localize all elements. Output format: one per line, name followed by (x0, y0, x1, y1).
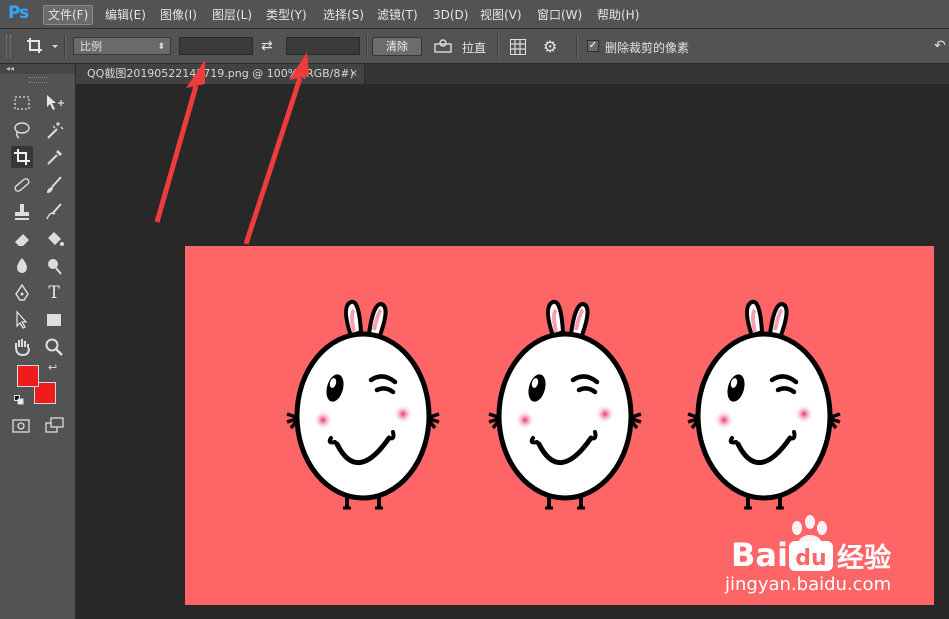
watermark-brand-right: 经验 (837, 543, 891, 574)
watermark-url: jingyan.baidu.com (725, 574, 892, 595)
options-separator (366, 34, 368, 58)
menu-window[interactable]: 窗口(W) (533, 6, 586, 24)
delete-cropped-label[interactable]: 删除裁剪的像素 (605, 39, 689, 56)
menu-3d[interactable]: 3D(D) (429, 6, 472, 24)
options-bar: 比例 ⬍ ⇄ 清除 拉直 ⚙ ✓ 删除裁剪的像素 ↶ (0, 29, 949, 64)
default-colors-icon[interactable] (14, 394, 24, 405)
gear-icon[interactable]: ⚙ (543, 37, 565, 57)
ratio-select[interactable]: 比例 ⬍ (73, 37, 171, 55)
path-selection-icon[interactable] (11, 309, 33, 331)
close-icon[interactable]: × (350, 64, 358, 84)
panel-grip[interactable] (29, 77, 47, 83)
magic-wand-icon[interactable] (43, 119, 65, 141)
tab-strip (365, 64, 949, 84)
history-brush-icon[interactable] (43, 201, 65, 223)
healing-brush-icon[interactable] (11, 174, 33, 196)
photoshop-logo: Ps (8, 3, 29, 23)
swap-colors-icon[interactable]: ↩ (48, 361, 57, 374)
menu-bar: Ps 文件(F) 编辑(E) 图像(I) 图层(L) 类型(Y) 选择(S) 滤… (0, 0, 949, 29)
screen-mode-icon[interactable] (45, 417, 65, 433)
blur-tool-icon[interactable] (11, 255, 33, 277)
eyedropper-icon[interactable] (43, 146, 65, 168)
brush-tool-icon[interactable] (43, 174, 65, 196)
bunny-character (688, 302, 840, 508)
menu-file[interactable]: 文件(F) (43, 5, 94, 25)
watermark-du-badge: du (789, 539, 835, 571)
crop-tool-preset[interactable] (24, 35, 58, 57)
svg-text:du: du (795, 546, 826, 571)
document-tab-title: QQ截图20190522142719.png @ 100% (RGB/8#) (87, 67, 354, 80)
type-tool-icon[interactable]: T (43, 282, 65, 304)
image-canvas[interactable]: Bai du 经验 jingyan.baidu.com (185, 246, 934, 605)
marquee-tool-icon[interactable] (11, 92, 33, 114)
quick-mask-icon[interactable] (12, 419, 30, 433)
rectangle-tool-icon[interactable] (43, 309, 65, 331)
menu-image[interactable]: 图像(I) (156, 6, 201, 24)
menu-edit[interactable]: 编辑(E) (101, 6, 150, 24)
menu-filter[interactable]: 滤镜(T) (373, 6, 422, 24)
crop-tool-icon[interactable] (11, 146, 33, 168)
straighten-label[interactable]: 拉直 (462, 39, 486, 56)
watermark-brand-left: Bai (731, 536, 788, 574)
hand-tool-icon[interactable] (11, 336, 33, 358)
bunny-character (489, 302, 641, 508)
grid-overlay-icon[interactable] (509, 38, 527, 56)
panel-collapse-icon[interactable]: ◂◂ (0, 64, 75, 74)
straighten-icon[interactable] (433, 38, 453, 54)
eraser-icon[interactable] (11, 228, 33, 250)
move-tool-icon[interactable] (43, 92, 65, 114)
clone-stamp-icon[interactable] (11, 201, 33, 223)
tools-panel: ◂◂ T ↩ (0, 64, 76, 619)
clear-button[interactable]: 清除 (372, 37, 422, 56)
document-tab[interactable]: QQ截图20190522142719.png @ 100% (RGB/8#) × (76, 64, 365, 84)
select-arrows-icon: ⬍ (157, 42, 165, 52)
crop-icon (27, 38, 58, 53)
options-separator (64, 34, 66, 58)
height-input[interactable] (286, 37, 360, 55)
delete-cropped-checkbox[interactable]: ✓ (587, 40, 599, 52)
foreground-color-swatch[interactable] (17, 365, 39, 387)
options-separator (576, 34, 578, 58)
zoom-tool-icon[interactable] (43, 336, 65, 358)
bunny-character (287, 302, 439, 508)
menu-view[interactable]: 视图(V) (476, 6, 526, 24)
reset-icon[interactable]: ↶ (934, 38, 946, 54)
options-grip (6, 35, 11, 57)
menu-help[interactable]: 帮助(H) (593, 6, 643, 24)
pen-tool-icon[interactable] (11, 282, 33, 304)
dodge-tool-icon[interactable] (43, 255, 65, 277)
ratio-select-value: 比例 (80, 40, 102, 53)
paint-bucket-icon[interactable] (43, 228, 65, 250)
swap-icon[interactable]: ⇄ (261, 38, 273, 54)
menu-select[interactable]: 选择(S) (319, 6, 368, 24)
options-separator (497, 34, 499, 58)
menu-layer[interactable]: 图层(L) (208, 6, 256, 24)
width-input[interactable] (179, 37, 253, 55)
lasso-tool-icon[interactable] (11, 119, 33, 141)
menu-type[interactable]: 类型(Y) (262, 6, 311, 24)
